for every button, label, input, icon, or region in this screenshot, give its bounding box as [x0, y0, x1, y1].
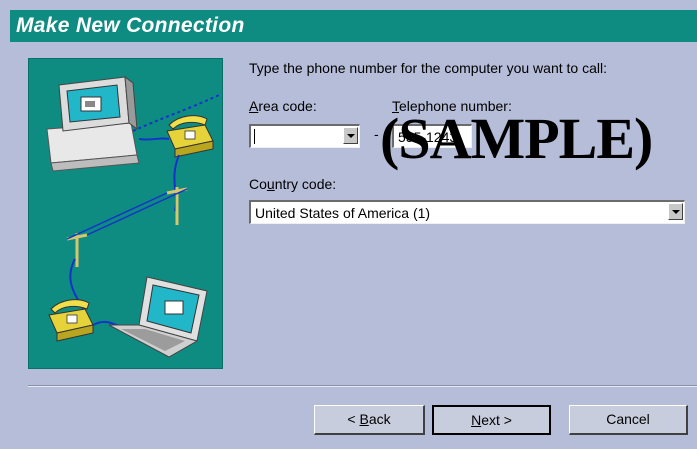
country-code-value: United States of America (1)	[255, 205, 431, 221]
utility-pole-icon	[66, 187, 188, 267]
sample-watermark: (SAMPLE)	[380, 106, 653, 171]
chevron-down-icon	[347, 134, 355, 138]
country-code-select[interactable]: United States of America (1)	[249, 200, 685, 224]
instruction-text: Type the phone number for the computer y…	[249, 60, 607, 76]
desktop-computer-icon	[46, 75, 140, 172]
connection-illustration	[28, 58, 223, 369]
cancel-button[interactable]: Cancel	[569, 405, 688, 435]
number-separator: -	[374, 126, 379, 142]
computer-phone-network-icon	[46, 75, 220, 358]
phone-bottom-icon	[48, 299, 94, 342]
area-code-combobox[interactable]	[249, 124, 360, 148]
text-caret	[254, 129, 255, 144]
area-code-label: Area code:	[249, 98, 317, 114]
title-bar: Make New Connection	[10, 10, 697, 42]
make-new-connection-dialog: Make New Connection Type the phone numbe…	[0, 0, 697, 449]
country-code-label: Country code:	[249, 176, 337, 192]
back-button[interactable]: < Back	[314, 405, 425, 435]
next-button[interactable]: Next >	[432, 405, 551, 435]
dialog-title: Make New Connection	[16, 14, 245, 37]
button-divider	[28, 385, 697, 387]
area-code-dropdown-button[interactable]	[343, 127, 358, 144]
chevron-down-icon	[672, 210, 680, 214]
phone-top-icon	[166, 115, 214, 158]
laptop-icon	[108, 276, 208, 358]
country-code-dropdown-button[interactable]	[668, 203, 683, 220]
